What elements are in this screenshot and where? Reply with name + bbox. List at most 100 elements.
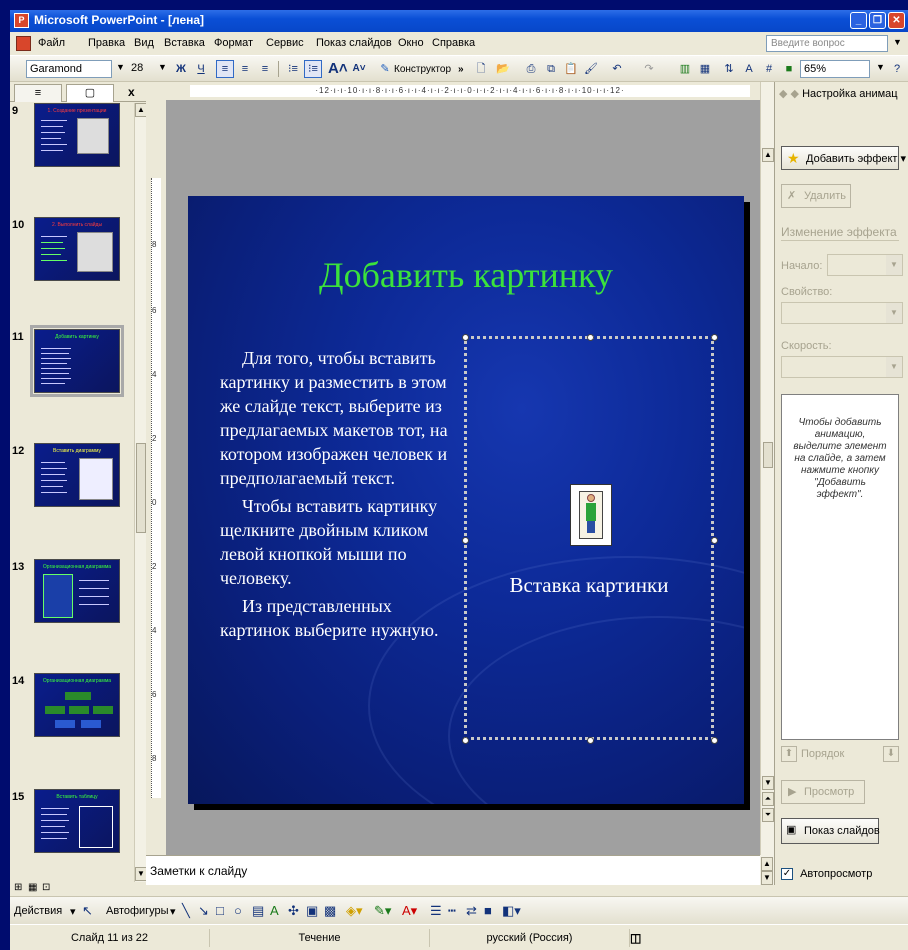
font-size-dropdown-icon[interactable]: ▼ bbox=[158, 62, 167, 72]
slide-thumbnail-10[interactable]: 2. Выполнить слайды bbox=[34, 217, 120, 281]
3d-style-icon[interactable]: ◧▾ bbox=[502, 903, 521, 919]
delete-effect-button[interactable]: ✗ Удалить bbox=[781, 184, 851, 208]
slide-thumbnail-12[interactable]: Вставить диаграмму bbox=[34, 443, 120, 507]
scroll-down-icon[interactable]: ▼ bbox=[762, 776, 774, 790]
minimize-button[interactable]: _ bbox=[850, 12, 867, 29]
slideshow-button[interactable]: ▣ Показ слайдов bbox=[781, 818, 880, 844]
insert-picture-icon[interactable]: ▩ bbox=[324, 903, 336, 919]
font-name-dropdown-icon[interactable]: ▼ bbox=[116, 62, 125, 72]
designer-button[interactable]: Конструктор bbox=[394, 64, 451, 75]
insert-chart-icon[interactable]: ▥ bbox=[676, 60, 694, 78]
resize-handle[interactable] bbox=[462, 334, 469, 341]
redo-icon[interactable]: ↷ bbox=[640, 60, 658, 78]
shadow-icon[interactable]: ■ bbox=[484, 903, 492, 918]
resize-handle[interactable] bbox=[711, 334, 718, 341]
slide-scrollbar[interactable]: ▲ ▼ ⏶ ⏷ bbox=[760, 82, 774, 855]
slide-thumbnail-14[interactable]: Организационная диаграмма bbox=[34, 673, 120, 737]
font-size-select[interactable]: 28 bbox=[128, 60, 158, 78]
spelling-status-icon[interactable]: ◫ bbox=[630, 931, 641, 945]
scroll-thumb[interactable] bbox=[763, 442, 773, 468]
slide-body-text[interactable]: Для того, чтобы вставить картинку и разм… bbox=[220, 346, 460, 646]
help-search-input[interactable]: Введите вопрос bbox=[766, 35, 888, 52]
decrease-font-icon[interactable]: A˅ bbox=[350, 60, 368, 78]
copy-icon[interactable]: ⧉ bbox=[542, 60, 560, 78]
actions-menu[interactable]: Действия bbox=[14, 905, 62, 917]
fill-color-icon[interactable]: ◈▾ bbox=[346, 903, 363, 919]
scroll-down-icon[interactable]: ▼ bbox=[761, 871, 773, 885]
zoom-dropdown-icon[interactable]: ▼ bbox=[876, 62, 885, 72]
print-icon[interactable]: ⎙ bbox=[522, 60, 540, 78]
menu-slideshow[interactable]: Показ слайдов bbox=[316, 37, 392, 49]
rectangle-icon[interactable]: □ bbox=[216, 903, 224, 918]
autoshapes-menu[interactable]: Автофигуры bbox=[106, 905, 169, 917]
thumbnail-scrollbar[interactable]: ▲ ▼ bbox=[134, 103, 147, 882]
close-button[interactable]: ✕ bbox=[888, 12, 905, 29]
line-icon[interactable]: ╲ bbox=[182, 903, 190, 919]
menu-file[interactable]: Файл bbox=[38, 37, 65, 49]
open-folder-icon[interactable]: 📂 bbox=[494, 60, 512, 78]
resize-handle[interactable] bbox=[711, 537, 718, 544]
textbox-icon[interactable]: ▤ bbox=[252, 903, 264, 919]
slide-canvas[interactable]: Добавить картинку Для того, чтобы встави… bbox=[188, 196, 744, 804]
picture-placeholder[interactable]: Вставка картинки bbox=[462, 334, 718, 744]
menu-help[interactable]: Справка bbox=[432, 37, 475, 49]
resize-handle[interactable] bbox=[462, 737, 469, 744]
slide-title[interactable]: Добавить картинку bbox=[188, 254, 744, 296]
align-right-icon[interactable]: ≡ bbox=[256, 60, 274, 78]
menu-tools[interactable]: Сервис bbox=[266, 37, 304, 49]
previous-slide-icon[interactable]: ⏶ bbox=[762, 792, 774, 806]
menu-view[interactable]: Вид bbox=[134, 37, 154, 49]
paste-icon[interactable]: 📋 bbox=[562, 60, 580, 78]
slide-thumbnail-13[interactable]: Организационная диаграмма bbox=[34, 559, 120, 623]
insert-clipart-icon[interactable] bbox=[570, 484, 612, 546]
property-select[interactable]: ▼ bbox=[781, 302, 903, 324]
oval-icon[interactable]: ○ bbox=[234, 903, 242, 918]
tab-slides[interactable]: ▢ bbox=[66, 84, 114, 102]
slide-thumbnail-11[interactable]: Добавить картинку bbox=[30, 325, 124, 397]
preview-button[interactable]: ▶ Просмотр bbox=[781, 780, 865, 804]
format-painter-icon[interactable]: 🖌 bbox=[582, 60, 600, 78]
move-up-icon[interactable]: ⬆ bbox=[781, 746, 797, 762]
undo-icon[interactable]: ↶ bbox=[608, 60, 626, 78]
document-icon[interactable] bbox=[16, 36, 31, 51]
tab-outline[interactable]: ≡ bbox=[14, 84, 62, 102]
panel-close-icon[interactable]: x bbox=[128, 85, 135, 99]
scroll-up-icon[interactable]: ▲ bbox=[762, 148, 774, 162]
next-slide-icon[interactable]: ⏷ bbox=[762, 808, 774, 822]
color-grayscale-icon[interactable]: ■ bbox=[780, 60, 798, 78]
insert-table-icon[interactable]: ▦ bbox=[696, 60, 714, 78]
move-down-icon[interactable]: ⬇ bbox=[883, 746, 899, 762]
resize-handle[interactable] bbox=[711, 737, 718, 744]
align-center-icon[interactable]: ≡ bbox=[236, 60, 254, 78]
menu-insert[interactable]: Вставка bbox=[164, 37, 205, 49]
font-color-icon[interactable]: A▾ bbox=[402, 903, 417, 919]
arrow-icon[interactable]: ↘ bbox=[198, 903, 209, 919]
restore-button[interactable]: ❐ bbox=[869, 12, 886, 29]
scroll-up-icon[interactable]: ▲ bbox=[761, 857, 773, 871]
grid-icon[interactable]: # bbox=[760, 60, 778, 78]
slide-sorter-icon[interactable]: ▦ bbox=[28, 882, 37, 893]
slide-thumbnail-9[interactable]: 1. Создание презентации bbox=[34, 103, 120, 167]
menu-window[interactable]: Окно bbox=[398, 37, 424, 49]
help-dropdown-icon[interactable]: ▼ bbox=[893, 37, 902, 47]
bold-button[interactable]: Ж bbox=[172, 60, 190, 78]
notes-pane[interactable]: Заметки к слайду bbox=[146, 855, 760, 885]
line-color-icon[interactable]: ✎▾ bbox=[374, 903, 391, 919]
help-icon[interactable]: ? bbox=[888, 60, 906, 78]
designer-icon[interactable]: ✎ bbox=[376, 60, 394, 78]
font-name-select[interactable]: Garamond bbox=[26, 60, 112, 78]
powerpoint-app-icon[interactable]: P bbox=[14, 13, 29, 28]
autoshapes-dropdown-icon[interactable]: ▾ bbox=[170, 905, 176, 918]
wordart-icon[interactable]: A bbox=[270, 903, 279, 918]
menu-edit[interactable]: Правка bbox=[88, 37, 125, 49]
speed-select[interactable]: ▼ bbox=[781, 356, 903, 378]
checkbox-icon[interactable]: ✓ bbox=[781, 868, 793, 881]
select-pointer-icon[interactable]: ↖ bbox=[82, 903, 93, 919]
toolbar-overflow-icon[interactable]: » bbox=[458, 64, 464, 75]
back-icon[interactable]: ◆ bbox=[779, 88, 787, 100]
start-select[interactable]: ▼ bbox=[827, 254, 903, 276]
zoom-select[interactable]: 65% bbox=[800, 60, 870, 78]
underline-button[interactable]: Ч bbox=[192, 60, 210, 78]
slide-thumbnail-15[interactable]: Вставить таблицу bbox=[34, 789, 120, 853]
new-document-icon[interactable]: 🗋 bbox=[472, 60, 490, 78]
